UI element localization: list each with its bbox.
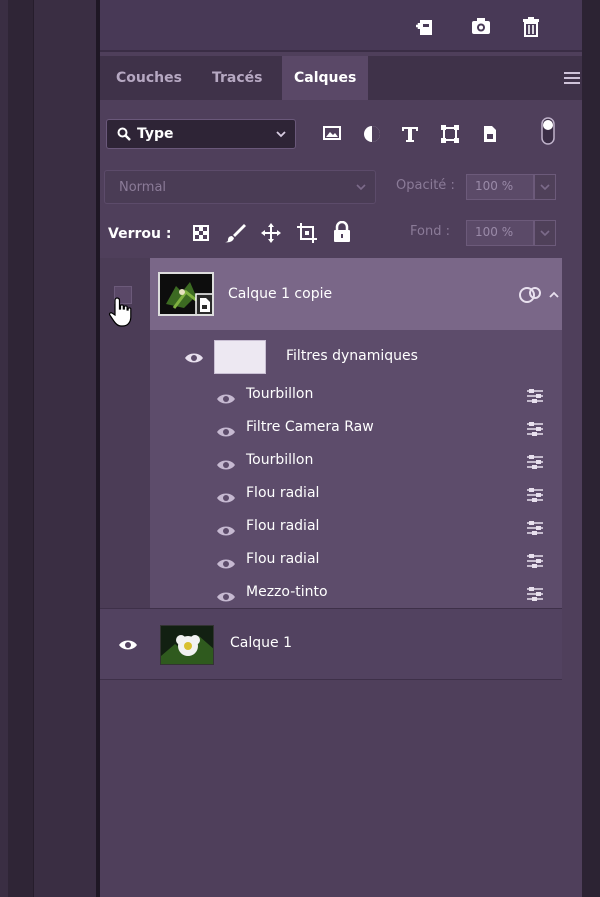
smart-filter-adjust-icon[interactable] [526, 520, 544, 540]
eye-icon[interactable] [216, 489, 236, 508]
blend-mode-label: Normal [119, 180, 167, 195]
collapse-icon[interactable] [548, 290, 560, 300]
top-toolbar [100, 0, 582, 52]
layer-thumbnail[interactable] [160, 625, 214, 665]
layer-name[interactable]: Calque 1 [230, 635, 292, 651]
smart-filter-item[interactable]: Flou radial [150, 479, 562, 511]
layer-thumbnail-image [161, 626, 213, 664]
lock-move-icon[interactable] [260, 222, 282, 244]
tab-traces[interactable]: Tracés [200, 56, 275, 100]
filter-toggle-icon[interactable] [540, 116, 556, 146]
shape-filter-icon[interactable] [440, 124, 460, 144]
smart-filters-group: Filtres dynamiques Tourbillon Filtre Came… [100, 330, 562, 610]
blend-row: Normal Opacité : 100 % [100, 166, 582, 206]
smart-filter-name: Flou radial [246, 551, 320, 567]
lock-artboard-icon[interactable] [296, 222, 318, 244]
filter-type-label: Type [137, 126, 174, 142]
filter-type-select[interactable]: Type [106, 119, 296, 149]
eye-icon[interactable] [216, 456, 236, 475]
smart-filter-name: Flou radial [246, 518, 320, 534]
adjustment-filter-icon[interactable] [362, 124, 382, 144]
panel-menu-icon[interactable] [564, 72, 580, 84]
lock-row: Verrou : Fond : 100 % [100, 212, 582, 252]
lock-all-icon[interactable] [332, 221, 352, 243]
layer-row-calque-1-copie[interactable]: Calque 1 copie [100, 258, 562, 330]
layer-filter-row: Type [100, 108, 582, 160]
link-icon[interactable] [518, 286, 544, 304]
opacity-value[interactable]: 100 % [466, 174, 534, 200]
opacity-label: Opacité : [396, 178, 455, 193]
chevron-down-icon [356, 184, 366, 191]
image-filter-icon[interactable] [322, 124, 342, 142]
fill-label: Fond : [410, 224, 450, 239]
search-icon [117, 127, 131, 141]
eye-icon[interactable] [216, 588, 236, 607]
eye-icon[interactable] [118, 639, 138, 651]
smart-filter-name: Flou radial [246, 485, 320, 501]
tab-couches[interactable]: Couches [104, 56, 194, 100]
smart-filter-adjust-icon[interactable] [526, 421, 544, 441]
eye-icon[interactable] [216, 390, 236, 409]
smart-object-filter-icon[interactable] [480, 124, 500, 144]
chevron-down-icon [540, 184, 550, 191]
dock-edge [8, 0, 34, 897]
opacity-dropdown[interactable] [534, 174, 556, 200]
smart-filter-adjust-icon[interactable] [526, 388, 544, 408]
filter-mask-thumbnail[interactable] [214, 340, 266, 374]
trash-icon[interactable] [520, 16, 542, 38]
smart-filter-item[interactable]: Filtre Camera Raw [150, 413, 562, 445]
eye-icon[interactable] [216, 555, 236, 574]
panel-tabs: Couches Tracés Calques [100, 56, 582, 100]
smart-filter-name: Mezzo-tinto [246, 584, 328, 600]
layers-list: Calque 1 copie Filtres dynamiques Tourbi… [100, 258, 562, 680]
smart-filter-name: Tourbillon [246, 452, 314, 468]
eye-icon[interactable] [184, 352, 204, 364]
chevron-down-icon [540, 230, 550, 237]
smart-filter-name: Tourbillon [246, 386, 314, 402]
left-dock [0, 0, 100, 897]
smart-filter-name: Filtre Camera Raw [246, 419, 374, 435]
text-filter-icon[interactable] [400, 124, 420, 144]
hand-cursor-icon [108, 297, 132, 327]
smart-filter-adjust-icon[interactable] [526, 553, 544, 573]
layer-thumbnail-image [160, 274, 212, 314]
tab-calques[interactable]: Calques [282, 56, 368, 100]
smart-filter-item[interactable]: Mezzo-tinto [150, 578, 562, 610]
eye-icon[interactable] [216, 423, 236, 442]
panel-empty-area [100, 680, 582, 897]
lock-brush-icon[interactable] [224, 222, 246, 244]
smart-filter-adjust-icon[interactable] [526, 586, 544, 606]
right-dock [582, 0, 600, 897]
smart-object-thumbnail[interactable] [158, 272, 214, 316]
eye-icon[interactable] [216, 522, 236, 541]
smart-filter-item[interactable]: Flou radial [150, 512, 562, 544]
smart-filter-item[interactable]: Tourbillon [150, 380, 562, 412]
smart-filter-item[interactable]: Flou radial [150, 545, 562, 577]
smart-filter-item[interactable]: Tourbillon [150, 446, 562, 478]
filters-indent [100, 330, 150, 608]
smart-filter-adjust-icon[interactable] [526, 454, 544, 474]
camera-icon[interactable] [470, 16, 492, 38]
smart-filter-adjust-icon[interactable] [526, 487, 544, 507]
layer-row-calque-1[interactable]: Calque 1 [100, 608, 562, 680]
blend-mode-select[interactable]: Normal [104, 170, 376, 204]
fill-value[interactable]: 100 % [466, 220, 534, 246]
layer-name[interactable]: Calque 1 copie [228, 286, 332, 302]
smart-filters-header[interactable]: Filtres dynamiques [150, 336, 562, 376]
chevron-down-icon [276, 131, 286, 138]
fill-dropdown[interactable] [534, 220, 556, 246]
layers-panel: Couches Tracés Calques Type Normal Opaci… [100, 0, 582, 897]
smart-filters-label: Filtres dynamiques [286, 348, 418, 364]
lock-label: Verrou : [108, 226, 172, 242]
lock-pixels-icon[interactable] [192, 224, 210, 242]
new-layer-icon[interactable] [414, 16, 436, 38]
